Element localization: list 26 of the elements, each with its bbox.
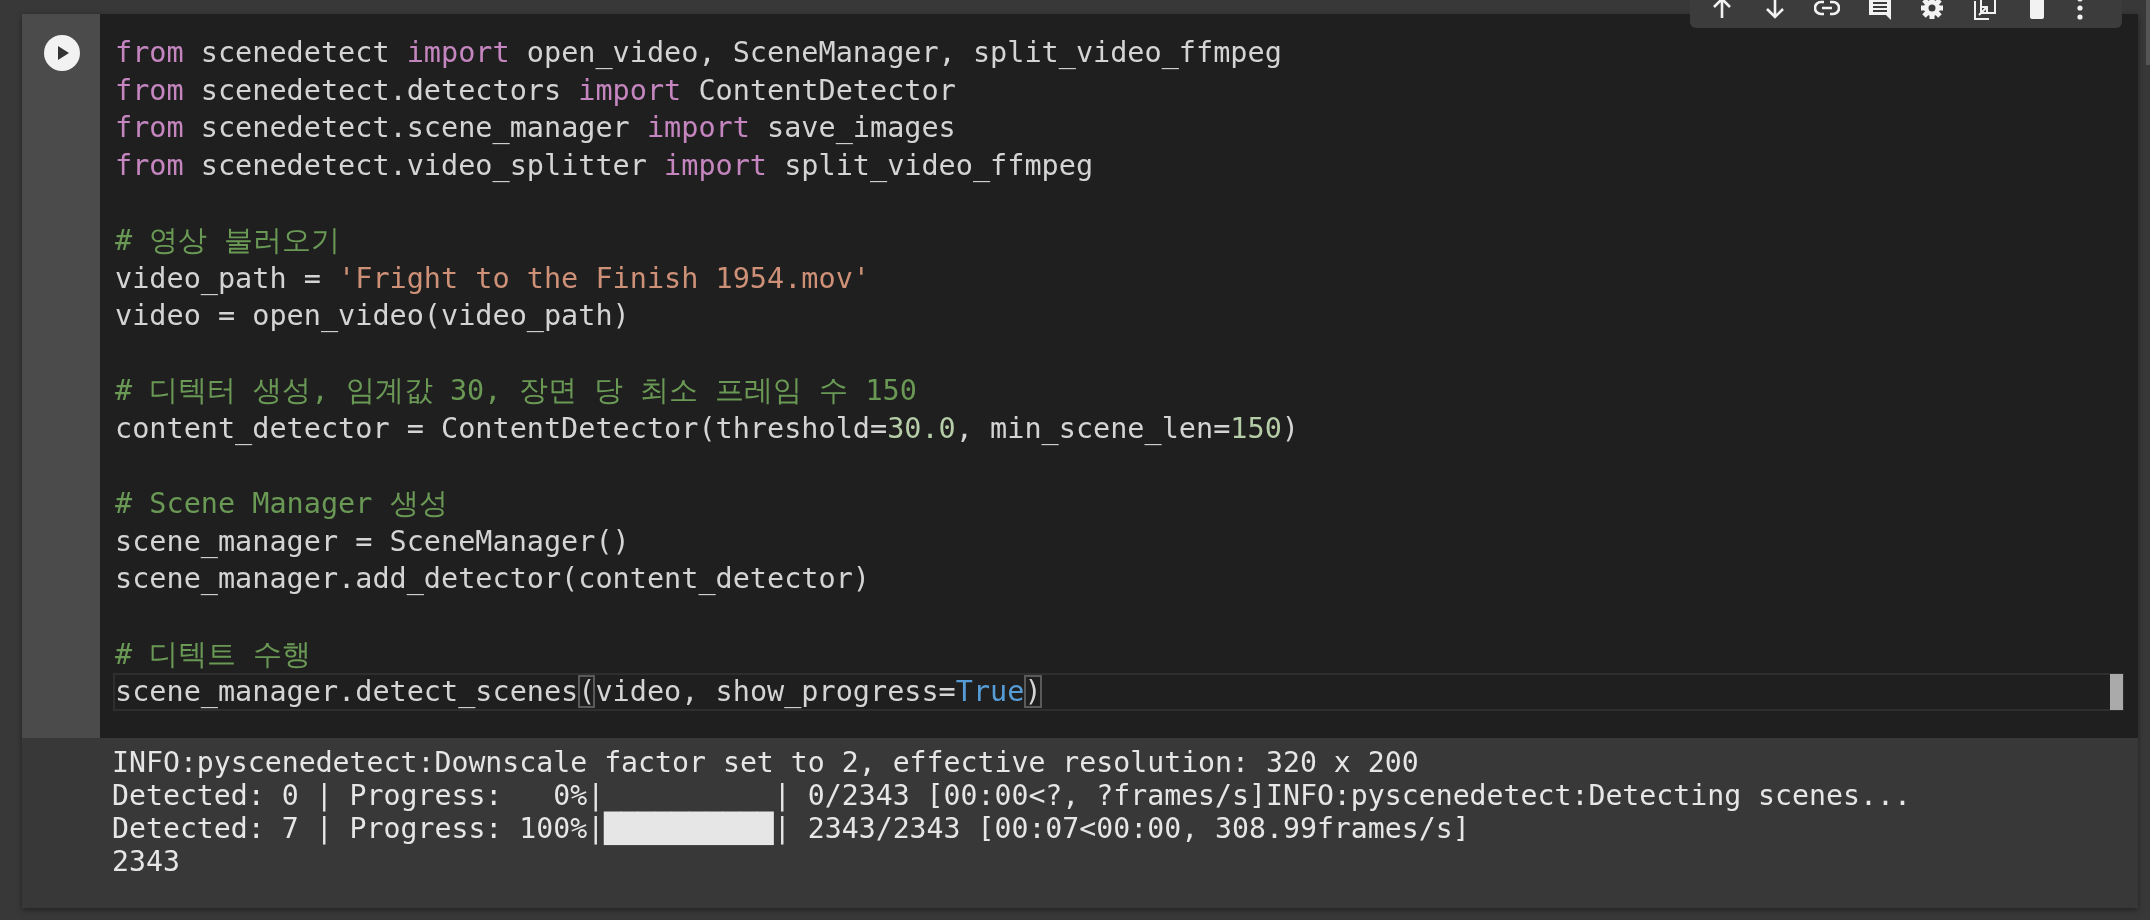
- code-editor[interactable]: [100, 14, 2138, 738]
- code-line: # Scene Manager 생성: [115, 486, 448, 523]
- code-line: scene_manager = SceneManager(): [115, 523, 630, 560]
- mirror-cell-button[interactable]: [1971, 0, 1998, 21]
- scroll-thumb[interactable]: [2110, 674, 2123, 711]
- code-line: # 디텍트 수행: [115, 636, 312, 673]
- code-line: from scenedetect import open_video, SceneManager, split_video_ffmpeg: [115, 35, 1282, 71]
- code-line: from scenedetect.video_splitter import split_video_ffmpeg: [115, 147, 1094, 184]
- more-icon: [2076, 0, 2083, 21]
- code-line: # 디텍터 생성, 임계값 30, 장면 당 최소 프레임 수 150: [115, 373, 917, 410]
- settings-button[interactable]: [1919, 0, 1946, 21]
- output-line: INFO:pyscenedetect:Downscale factor set to 2, effective resolution: 320 x 200: [112, 746, 1419, 779]
- code-line: scene_manager.detect_scenes(video, show_progress=True): [115, 674, 1042, 711]
- output-line: Detected: 7 | Progress: 100%|██████████| 2343/2343 [00:07<00:00, 308.99frames/s]: [112, 812, 1470, 845]
- code-line: scene_manager.add_detector(content_detector): [115, 561, 870, 598]
- code-line: video = open_video(video_path): [115, 298, 630, 335]
- comment-button[interactable]: [1866, 0, 1893, 21]
- code-line: content_detector = ContentDetector(threshold=30.0, min_scene_len=150): [115, 410, 1299, 447]
- mirror-icon: [1971, 0, 1998, 21]
- code-line: from scenedetect.scene_manager import save_images: [115, 110, 956, 147]
- code-line: from scenedetect.detectors import ContentDetector: [115, 72, 956, 109]
- code-line: video_path = 'Fright to the Finish 1954.mov': [115, 260, 870, 297]
- run-button[interactable]: [44, 35, 80, 71]
- output-line: 2343: [112, 845, 180, 878]
- output-line: Detected: 0 | Progress: 0%| | 0/2343 [00:00<?, ?frames/s]INFO:pyscenedetect:Detecting scenes...: [112, 779, 1911, 812]
- code-line: # 영상 불러오기: [115, 222, 341, 259]
